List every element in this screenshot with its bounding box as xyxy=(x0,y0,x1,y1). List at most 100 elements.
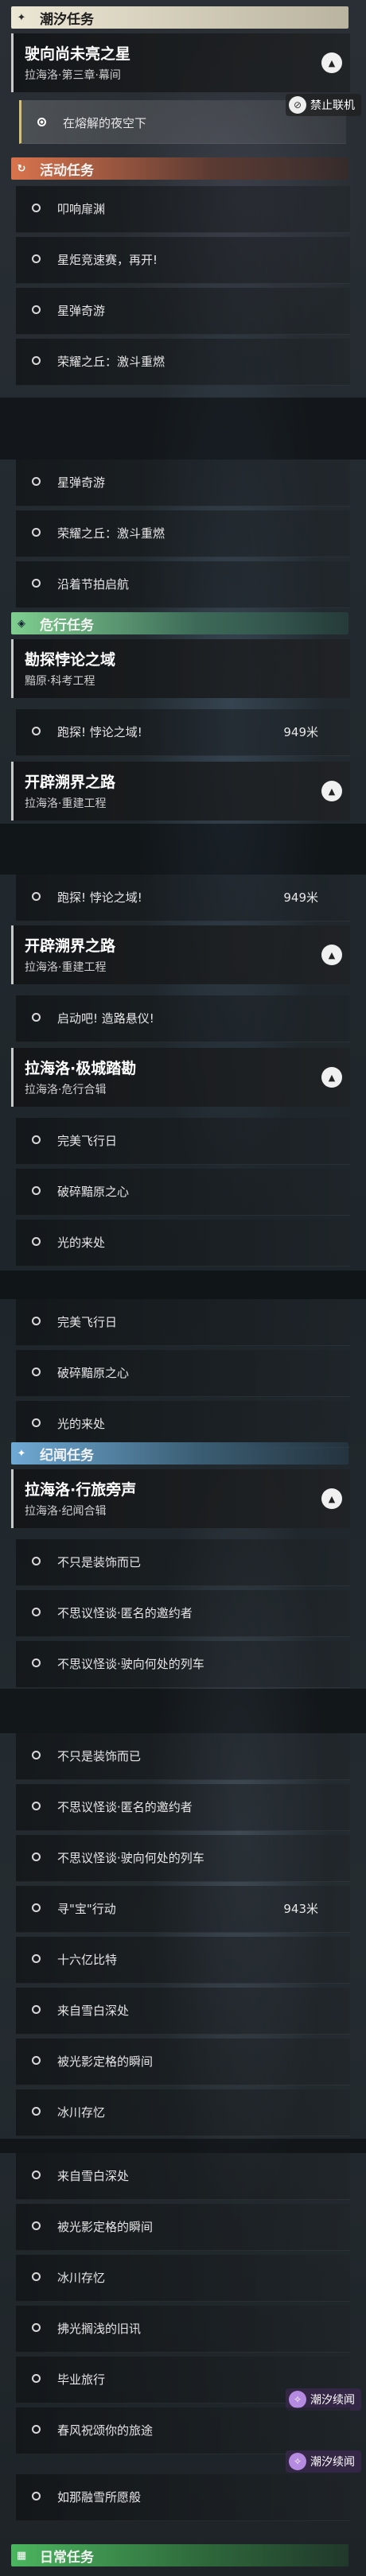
radio-icon xyxy=(32,254,41,263)
list-item[interactable]: 跑探! 悖论之域! 949米 xyxy=(16,709,350,756)
list-item[interactable]: 完美飞行日 xyxy=(16,1118,350,1165)
category-chronicle[interactable]: ✦ 纪闻任务 xyxy=(11,1442,348,1465)
item-label: 荣耀之丘：激斗重燃 xyxy=(57,526,165,541)
radio-icon xyxy=(32,2005,41,2014)
list-item[interactable]: 不思议怪谈·匿名的邀约者 xyxy=(16,1590,350,1637)
list-item[interactable]: 星弹奇游 xyxy=(16,288,350,335)
list-item[interactable]: 光的来处 xyxy=(16,1401,350,1448)
quest-subtitle: 拉海洛·纪闻合辑 xyxy=(25,1505,107,1518)
list-item[interactable]: 叩响扉渊 xyxy=(16,186,350,233)
radio-icon xyxy=(32,1237,41,1246)
radio-icon xyxy=(32,892,41,901)
radio-icon xyxy=(32,305,41,314)
star-icon: ✦ xyxy=(17,11,26,24)
list-item[interactable]: 不只是装饰而已 xyxy=(16,1539,350,1586)
list-item[interactable]: 十六亿比特 xyxy=(16,1937,350,1984)
item-label: 被光影定格的瞬间 xyxy=(57,2054,154,2069)
radio-icon xyxy=(32,1013,41,1022)
list-item[interactable]: 被光影定格的瞬间 xyxy=(16,2039,350,2085)
item-label: 破碎黯原之心 xyxy=(57,1366,130,1380)
list-item[interactable]: 不只是装饰而已 xyxy=(16,1733,350,1780)
chevron-up-icon[interactable]: ▲ xyxy=(321,1488,342,1509)
quest-header[interactable]: 拉海洛·行旅旁声 拉海洛·纪闻合辑 ▲ xyxy=(11,1469,350,1528)
radio-icon xyxy=(32,727,41,735)
category-event[interactable]: ↻ 活动任务 xyxy=(11,157,348,180)
item-label: 冰川存忆 xyxy=(57,2105,106,2120)
radio-icon xyxy=(32,1802,41,1810)
radio-icon xyxy=(37,118,46,126)
item-label: 来自雪白深处 xyxy=(57,2169,130,2183)
list-item[interactable]: 被光影定格的瞬间 xyxy=(16,2204,350,2251)
list-item[interactable]: 荣耀之丘：激斗重燃 xyxy=(16,339,350,386)
badge-label: 潮汐续闻 xyxy=(310,2394,355,2407)
list-item[interactable]: 破碎黯原之心 xyxy=(16,1350,350,1397)
category-label: 纪闻任务 xyxy=(40,1447,94,1464)
item-label: 星弹奇游 xyxy=(57,475,106,490)
list-item[interactable]: 跑探! 悖论之域! 949米 xyxy=(16,875,350,921)
radio-icon xyxy=(32,1852,41,1861)
quest-header[interactable]: 驶向尚未亮之星 拉海洛·第三章·幕间 ▲ xyxy=(11,33,350,92)
quest-header[interactable]: 勘探悖论之域 黯原·科考工程 xyxy=(11,639,350,698)
category-tidal[interactable]: ✦ 潮汐任务 xyxy=(11,6,348,29)
radio-icon xyxy=(32,477,41,486)
chevron-up-icon[interactable]: ▲ xyxy=(321,52,342,73)
radio-icon xyxy=(32,1418,41,1427)
radio-icon xyxy=(32,2323,41,2332)
list-item[interactable]: 不思议怪谈·匿名的邀约者 xyxy=(16,1784,350,1831)
item-label: 不思议怪谈·匿名的邀约者 xyxy=(57,1800,193,1814)
list-item[interactable]: 拂光搁浅的旧讯 xyxy=(16,2306,350,2353)
list-item[interactable]: 不思议怪谈·驶向何处的列车 xyxy=(16,1641,350,1688)
star-icon: ✦ xyxy=(17,1447,26,1460)
quest-title: 勘探悖论之域 xyxy=(25,651,116,669)
list-item[interactable]: 荣耀之丘：激斗重燃 xyxy=(16,510,350,557)
list-item[interactable]: 冰川存忆 xyxy=(16,2089,350,2136)
category-label: 危行任务 xyxy=(40,617,94,634)
category-label: 活动任务 xyxy=(40,162,94,179)
list-item[interactable]: 完美飞行日 xyxy=(16,1299,350,1346)
sparkle-icon: ✧ xyxy=(289,2453,306,2470)
quest-subtitle: 黯原·科考工程 xyxy=(25,675,95,688)
list-item[interactable]: 沿着节拍启航 xyxy=(16,561,350,608)
quest-header[interactable]: 开辟溯界之路 拉海洛·重建工程 ▲ xyxy=(11,925,350,984)
radio-icon xyxy=(32,2425,41,2434)
item-label: 跑探! 悖论之域! xyxy=(57,725,142,739)
quest-step-label: 在熔解的夜空下 xyxy=(63,116,147,130)
list-item[interactable]: 破碎黯原之心 xyxy=(16,1169,350,1216)
item-label: 十六亿比特 xyxy=(57,1953,118,1967)
quest-header[interactable]: 开辟溯界之路 拉海洛·重建工程 ▲ xyxy=(11,762,350,821)
category-daily[interactable]: ▦ 日常任务 xyxy=(11,2544,348,2566)
category-danger[interactable]: ◈ 危行任务 xyxy=(11,612,348,634)
item-label: 来自雪白深处 xyxy=(57,2004,130,2018)
badge-label: 潮汐续闻 xyxy=(310,2456,355,2469)
chevron-up-icon[interactable]: ▲ xyxy=(321,945,342,965)
item-label: 拂光搁浅的旧讯 xyxy=(57,2322,142,2336)
radio-icon xyxy=(32,2107,41,2116)
list-item[interactable]: 寻"宝"行动 943米 xyxy=(16,1886,350,1933)
item-label: 被光影定格的瞬间 xyxy=(57,2220,154,2234)
quest-title: 驶向尚未亮之星 xyxy=(25,45,131,63)
no-coop-icon: ⊘ xyxy=(289,96,306,114)
chevron-up-icon[interactable]: ▲ xyxy=(321,1067,342,1088)
list-item[interactable]: 来自雪白深处 xyxy=(16,2153,350,2200)
radio-icon xyxy=(32,2171,41,2179)
list-item[interactable]: 启动吧! 造路悬仪! xyxy=(16,995,350,1042)
list-item[interactable]: 冰川存忆 xyxy=(16,2255,350,2302)
list-item[interactable]: 春风祝颂你的旅途 xyxy=(16,2407,350,2454)
list-item[interactable]: 星炬竞速赛，再开! xyxy=(16,237,350,284)
radio-icon xyxy=(32,1186,41,1195)
item-label: 不思议怪谈·匿名的邀约者 xyxy=(57,1606,193,1620)
quest-subtitle: 拉海洛·重建工程 xyxy=(25,961,107,974)
item-label: 沿着节拍启航 xyxy=(57,577,130,592)
list-item[interactable]: 不思议怪谈·驶向何处的列车 xyxy=(16,1835,350,1882)
item-label: 冰川存忆 xyxy=(57,2271,106,2285)
list-item[interactable]: 光的来处 xyxy=(16,1220,350,1267)
quest-header[interactable]: 拉海洛·极城踏勘 拉海洛·危行合辑 ▲ xyxy=(11,1048,350,1107)
list-item[interactable]: 来自雪白深处 xyxy=(16,1988,350,2035)
item-label: 不思议怪谈·驶向何处的列车 xyxy=(57,1657,204,1671)
item-label: 不只是装饰而已 xyxy=(57,1555,142,1569)
list-item[interactable]: 星弹奇游 xyxy=(16,460,350,506)
list-item[interactable]: 如那融雪所愿般 xyxy=(16,2474,350,2521)
scroll-seam xyxy=(0,824,366,875)
quest-title: 拉海洛·极城踏勘 xyxy=(25,1060,137,1077)
chevron-up-icon[interactable]: ▲ xyxy=(321,781,342,801)
